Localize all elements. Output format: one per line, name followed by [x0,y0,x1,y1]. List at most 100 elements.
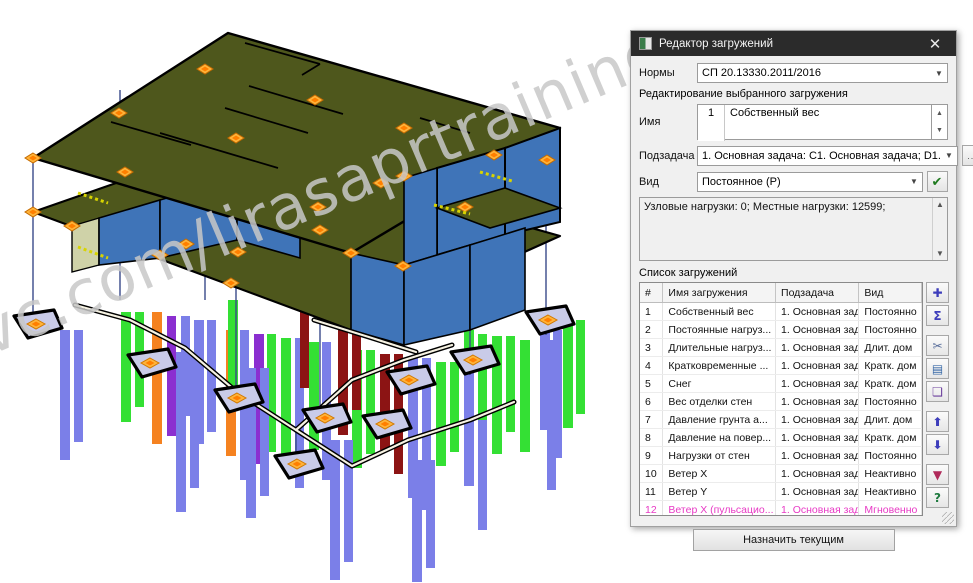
sum-load-case-button[interactable]: Σ [926,305,949,326]
sum-load-case-icon: Σ [933,308,942,323]
resize-grip[interactable] [942,512,954,524]
help-button[interactable]: ? [926,487,949,508]
row-kind: Постоянно [858,302,922,321]
row-name: Длительные нагруз... [662,338,777,357]
load-list-grid[interactable]: # Имя загружения Подзадача Вид 1 Собствен… [639,282,923,516]
close-icon[interactable]: ✕ [914,31,956,56]
table-row[interactable]: 8Давление на повер...1. Основная зада...… [640,428,922,447]
row-subtask: 1. Основная зада... [775,302,860,321]
row-subtask: 1. Основная зада... [775,320,860,339]
norms-control: СП 20.13330.2011/2016 ▼ [697,63,948,83]
col-index[interactable]: # [640,283,664,303]
filter-load-case-button[interactable]: ▼ [926,464,949,485]
pile-reaction-bars [60,300,585,582]
apply-checkmark-icon[interactable]: ✔ [927,171,948,192]
table-row[interactable]: 4Кратковременные ...1. Основная зада...К… [640,356,922,375]
col-name[interactable]: Имя загружения [662,283,777,303]
row-index: 2 [640,320,664,339]
load-info-text: Узловые нагрузки: 0; Местные нагрузки: 1… [644,201,886,213]
row-name: Снег [662,374,777,393]
row-index: 3 [640,338,664,357]
row-subtask: 1. Основная зада... [775,410,860,429]
paste-load-case-icon: ▤ [931,361,944,376]
row-name: Собственный вес [662,302,777,321]
chevron-down-icon[interactable]: ▼ [932,122,947,139]
row-index: 8 [640,428,664,447]
toolbar-separator [926,404,948,409]
table-row[interactable]: 5Снег1. Основная зада...Кратк. дом [640,374,922,393]
dialog-body: Нормы СП 20.13330.2011/2016 ▼ Редактиров… [631,56,973,522]
copy-load-case-button[interactable]: ❏ [926,381,949,402]
subtask-label: Подзадача [639,149,695,162]
table-row[interactable]: 10Ветер X1. Основная зада...Неактивно [640,464,922,483]
kind-select[interactable]: Постоянное (P) ▼ [697,171,923,192]
table-row[interactable]: 3Длительные нагруз...1. Основная зада...… [640,338,922,357]
table-row[interactable]: 11Ветер Y1. Основная зада...Неактивно [640,482,922,501]
load-list-area: # Имя загружения Подзадача Вид 1 Собствен… [639,282,949,516]
chevron-down-icon: ▼ [910,177,918,186]
table-row[interactable]: 2Постоянные нагруз...1. Основная зада...… [640,320,922,339]
norms-select[interactable]: СП 20.13330.2011/2016 ▼ [697,63,948,83]
table-row[interactable]: 6Вес отделки стен1. Основная зада...Пост… [640,392,922,411]
row-subtask: 1. Основная зада... [775,356,860,375]
row-subtask: 1. Основная зада... [775,338,860,357]
assign-current-button[interactable]: Назначить текущим [692,529,895,551]
move-up-button[interactable]: ⬆ [926,411,949,432]
load-case-table: # Имя загружения Подзадача Вид 1 Собствен… [640,283,922,515]
paste-load-case-button[interactable]: ▤ [926,358,949,379]
toolbar-separator [926,328,948,333]
row-index: 9 [640,446,664,465]
chevron-up-icon[interactable]: ▲ [932,105,947,122]
table-row[interactable]: 9Нагрузки от стен1. Основная зада...Пост… [640,446,922,465]
name-input[interactable]: 1 Собственный вес [697,104,932,141]
col-subtask[interactable]: Подзадача [775,283,860,303]
dialog-title: Редактор загружений [659,37,773,50]
row-name: Ветер Y [662,482,777,501]
norms-row: Нормы СП 20.13330.2011/2016 ▼ [639,63,948,83]
subtask-row: Подзадача 1. Основная задача: C1. Основн… [639,145,973,166]
cut-load-case-icon: ✂ [932,338,943,353]
move-down-button[interactable]: ⬇ [926,434,949,455]
table-row[interactable]: 12Ветер X (пульсацио...1. Основная зада.… [640,500,922,515]
row-kind: Постоянно [858,392,922,411]
info-scrollbar[interactable]: ▲ ▼ [932,198,947,260]
row-subtask: 1. Основная зада... [775,500,860,515]
chevron-down-icon: ▼ [944,151,953,160]
row-name: Вес отделки стен [662,392,777,411]
row-kind: Длит. дом [858,410,922,429]
subtask-select[interactable]: 1. Основная задача: C1. Основная задача;… [697,145,958,166]
row-name: Ветер X (пульсацио... [662,500,777,515]
col-kind[interactable]: Вид [858,283,922,303]
norms-value: СП 20.13330.2011/2016 [702,67,822,79]
row-subtask: 1. Основная зада... [775,446,860,465]
load-case-editor-dialog[interactable]: Редактор загружений ✕ Нормы СП 20.13330.… [630,30,973,551]
row-kind: Длит. дом [858,338,922,357]
dialog-titlebar[interactable]: Редактор загружений ✕ [631,31,956,56]
row-index: 6 [640,392,664,411]
row-kind: Кратк. дом [858,374,922,393]
add-load-case-button[interactable]: ✚ [926,282,949,303]
load-list-toolbar: ✚ Σ ✂ ▤ ❏ ⬆ ⬇ ▼? [926,282,949,508]
row-name: Давление на повер... [662,428,777,447]
row-name: Постоянные нагруз... [662,320,777,339]
table-row[interactable]: 1Собственный вес1. Основная зада...Посто… [640,302,922,321]
table-row[interactable]: 7Давление грунта а...1. Основная зада...… [640,410,922,429]
table-body: 1Собственный вес1. Основная зада...Посто… [640,302,922,515]
chevron-down-icon[interactable]: ▼ [936,249,944,258]
cut-load-case-button[interactable]: ✂ [926,335,949,356]
toolbar-separator [926,457,948,462]
pile-caps [12,304,576,480]
row-kind: Неактивно [858,482,922,501]
load-info-panel: Узловые нагрузки: 0; Местные нагрузки: 1… [639,197,948,261]
row-name: Давление грунта а... [662,410,777,429]
subtask-browse-button[interactable]: ... [961,145,973,166]
name-spinner[interactable]: ▲ ▼ [932,104,948,140]
dialog-footer: Назначить текущим [631,522,956,551]
chevron-up-icon[interactable]: ▲ [936,200,944,209]
row-index: 7 [640,410,664,429]
kind-value: Постоянное (P) [702,175,781,188]
filter-load-case-icon: ▼ [932,467,943,482]
row-kind: Постоянно [858,320,922,339]
row-subtask: 1. Основная зада... [775,374,860,393]
move-down-icon: ⬇ [932,437,943,452]
